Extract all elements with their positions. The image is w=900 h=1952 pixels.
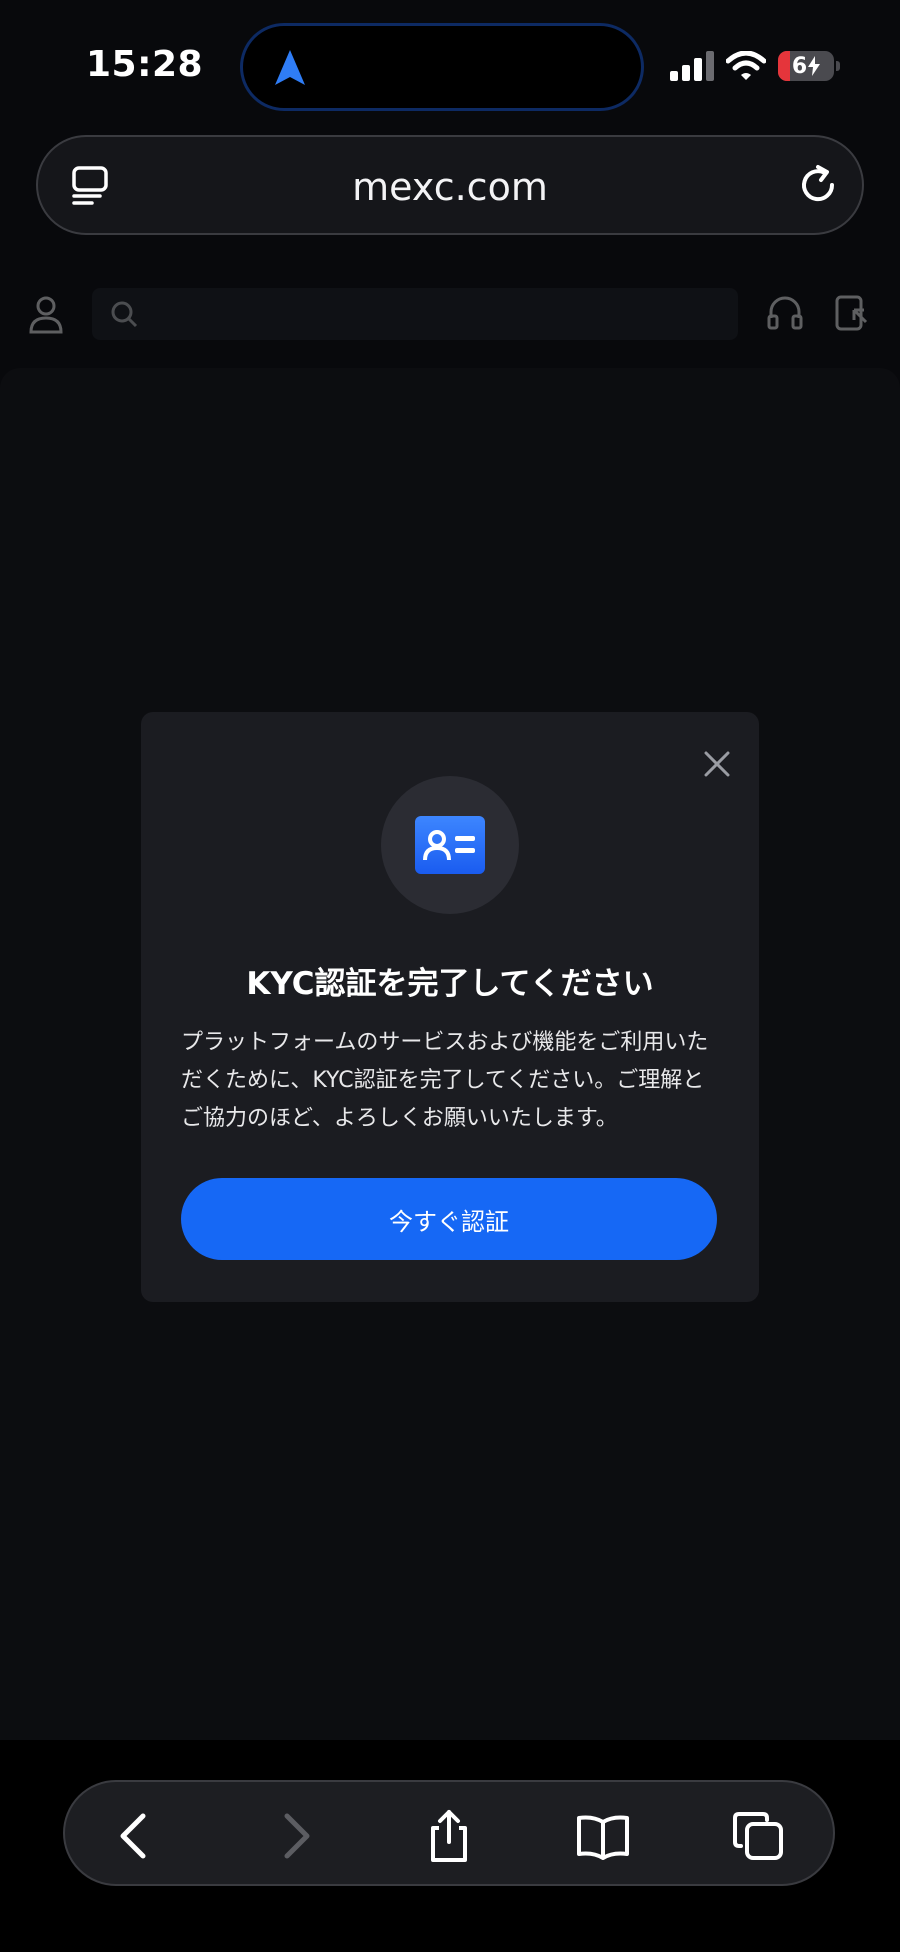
id-card-icon [415,816,485,874]
status-icons: 6 [670,48,840,84]
share-icon[interactable] [421,1808,477,1864]
headset-icon[interactable] [766,294,804,332]
reload-icon[interactable] [794,161,842,209]
back-icon[interactable] [109,1808,165,1864]
page-search-box[interactable] [92,288,738,340]
browser-toolbar [63,1780,835,1886]
status-bar: 15:28 6 [0,0,900,130]
kyc-modal: KYC認証を完了してください プラットフォームのサービスおよび機能をご利用いただ… [141,712,759,1302]
address-bar[interactable]: mexc.com [36,135,864,235]
forward-icon[interactable] [265,1808,321,1864]
app-download-icon[interactable] [834,294,870,332]
search-icon [111,301,138,328]
modal-title: KYC認証を完了してください [246,966,654,1002]
dynamic-island[interactable] [240,23,644,111]
modal-body-text: プラットフォームのサービスおよび機能をご利用いただくために、KYC認証を完了して… [181,1030,709,1131]
verify-now-button[interactable]: 今すぐ認証 [181,1178,717,1260]
wifi-icon [726,51,766,80]
page-header [0,280,900,348]
battery-indicator: 6 [778,51,834,81]
kyc-icon-badge [381,776,519,914]
status-time: 15:28 [86,44,204,85]
bookmarks-icon[interactable] [575,1808,631,1864]
close-icon[interactable] [701,748,733,780]
url-text[interactable]: mexc.com [38,165,862,209]
battery-percent: 6 [791,53,808,79]
battery-nub [836,61,840,71]
charging-bolt-icon [808,56,821,76]
tabs-icon[interactable] [731,1808,787,1864]
user-icon[interactable] [28,294,64,334]
navigation-arrow-icon [275,50,305,85]
signal-bars-icon [670,51,714,81]
